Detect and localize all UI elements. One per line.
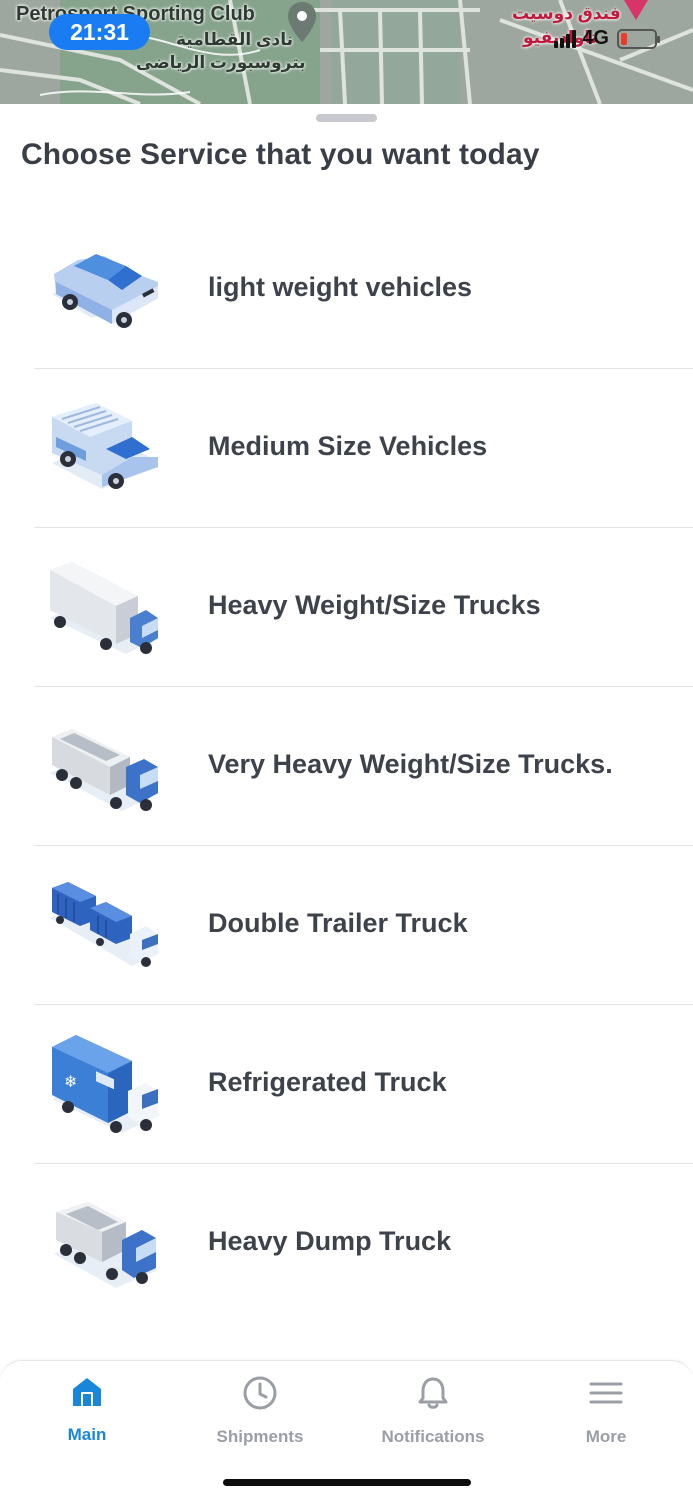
- map-view[interactable]: Petrosport Sporting Club نادى القطامية ب…: [0, 0, 693, 104]
- service-label: Heavy Weight/Size Trucks: [208, 590, 541, 620]
- double-trailer-truck-icon: [50, 882, 160, 967]
- tab-notifications[interactable]: Notifications: [363, 1375, 503, 1446]
- tab-label: Shipments: [216, 1427, 304, 1446]
- car-icon: [52, 254, 158, 328]
- service-sheet: Choose Service that you want today light…: [0, 104, 693, 1500]
- dump-truck-icon: [54, 1202, 158, 1288]
- tab-more[interactable]: More: [536, 1375, 676, 1446]
- box-truck-icon: [50, 562, 160, 654]
- service-label: Double Trailer Truck: [208, 908, 468, 938]
- status-time: 21:31: [49, 14, 150, 50]
- tab-label: Notifications: [381, 1427, 485, 1446]
- service-item-double-trailer[interactable]: Double Trailer Truck: [0, 846, 693, 1005]
- bottom-tab-bar: Main Shipments Notifications More: [0, 1360, 693, 1500]
- service-item-medium-size[interactable]: Medium Size Vehicles: [0, 369, 693, 528]
- service-label: Very Heavy Weight/Size Trucks.: [208, 749, 613, 779]
- service-label: Heavy Dump Truck: [208, 1226, 452, 1256]
- home-indicator: [223, 1479, 471, 1486]
- service-label: Medium Size Vehicles: [208, 431, 488, 461]
- network-type: 4G: [582, 27, 609, 49]
- signal-icon: [554, 29, 577, 48]
- service-item-refrigerated[interactable]: ❄ Refrigerated Truck: [0, 1005, 693, 1164]
- service-item-light-weight[interactable]: light weight vehicles: [0, 210, 693, 369]
- menu-icon: [588, 1375, 624, 1411]
- service-item-heavy-weight[interactable]: Heavy Weight/Size Trucks: [0, 528, 693, 687]
- tab-main[interactable]: Main: [17, 1375, 157, 1445]
- service-item-heavy-dump[interactable]: Heavy Dump Truck: [0, 1164, 693, 1323]
- map-label-hotel-ar: فندق دوسيت: [512, 4, 621, 23]
- status-indicators: 4G: [554, 27, 660, 50]
- svg-text:❄: ❄: [64, 1072, 77, 1091]
- tipper-truck-icon: [50, 729, 160, 811]
- bell-icon: [415, 1375, 451, 1411]
- clock-icon: [242, 1375, 278, 1411]
- service-label: Refrigerated Truck: [208, 1067, 447, 1097]
- tab-label: Main: [67, 1425, 107, 1444]
- page-title: Choose Service that you want today: [21, 138, 540, 171]
- service-list: light weight vehicles Medium Size Vehicl…: [0, 210, 693, 1323]
- sheet-grabber[interactable]: [316, 114, 377, 122]
- van-icon: [52, 403, 158, 489]
- service-item-very-heavy-weight[interactable]: Very Heavy Weight/Size Trucks.: [0, 687, 693, 846]
- service-label: light weight vehicles: [208, 272, 473, 302]
- home-icon: [69, 1375, 105, 1409]
- tab-shipments[interactable]: Shipments: [190, 1375, 330, 1446]
- battery-icon: [617, 28, 660, 49]
- hotel-pin-icon[interactable]: [622, 0, 650, 22]
- map-label-club-ar: نادى القطامية: [176, 30, 293, 49]
- map-label-club-ar2: بتروسبورت الرياضى: [136, 53, 306, 72]
- refrigerated-truck-icon: ❄: [52, 1035, 160, 1133]
- tab-label: More: [585, 1427, 627, 1446]
